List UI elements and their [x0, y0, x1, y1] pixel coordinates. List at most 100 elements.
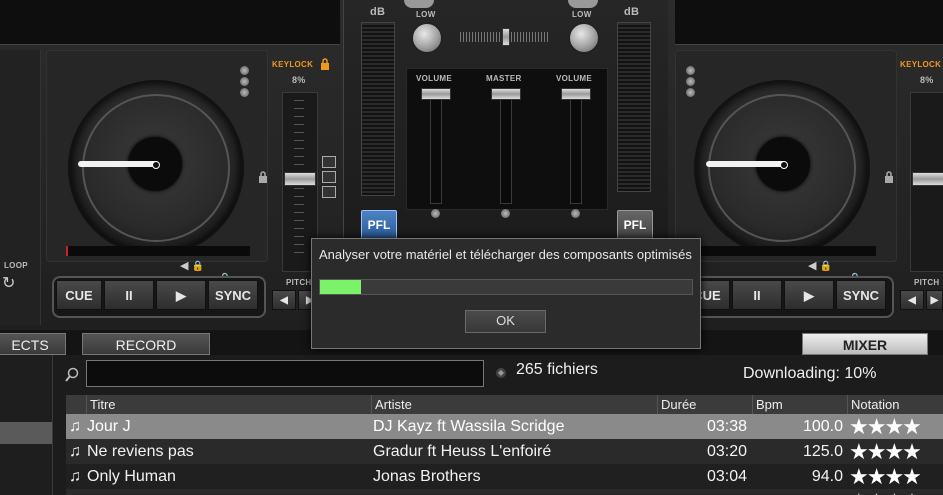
- left-keylock-lock-icon[interactable]: [320, 57, 330, 70]
- column-header-rating[interactable]: Notation: [847, 395, 943, 414]
- right-needle-dot: [780, 161, 788, 169]
- volume-left-label: VOLUME: [416, 74, 453, 83]
- track-rating[interactable]: ★★★★: [849, 464, 920, 489]
- table-row[interactable]: ♫ ★★★★: [66, 489, 943, 495]
- right-pitch-up-button[interactable]: ▶: [926, 290, 943, 310]
- right-platter-needle: [706, 161, 786, 167]
- left-sync-button[interactable]: SYNC: [208, 280, 258, 310]
- dialog-message: Analyser votre matériel et télécharger d…: [319, 247, 692, 262]
- left-pitch-fader[interactable]: [284, 172, 316, 186]
- master-volume-track: [500, 92, 512, 204]
- volume-right-label: VOLUME: [556, 74, 593, 83]
- left-play-button[interactable]: ▶: [156, 280, 206, 310]
- track-duration: 03:38: [706, 418, 747, 435]
- mixer-low-right-label: LOW: [572, 10, 592, 19]
- left-cue-button[interactable]: CUE: [56, 280, 102, 310]
- left-loop-icon[interactable]: ↻: [2, 276, 18, 292]
- right-pfl-button[interactable]: PFL: [617, 210, 653, 240]
- left-deck-waveform-bar: [0, 0, 340, 45]
- column-header-duration[interactable]: Durée: [657, 395, 753, 414]
- ok-button[interactable]: OK: [465, 310, 546, 333]
- track-title: Jour J: [87, 418, 131, 435]
- right-play-button[interactable]: ▶: [784, 280, 834, 310]
- column-header-title[interactable]: Titre: [86, 395, 374, 414]
- right-pitch-fader[interactable]: [912, 172, 943, 186]
- right-keylock-label: KEYLOCK: [900, 60, 942, 69]
- left-pitch-down-button[interactable]: ◀: [272, 290, 296, 310]
- right-deck-waveform-bar: [675, 0, 943, 45]
- search-input[interactable]: [86, 360, 484, 387]
- left-nudge-icons[interactable]: ◀ 🔒🔒: [180, 259, 250, 285]
- right-volume-fader[interactable]: [561, 88, 591, 100]
- left-settings-icon[interactable]: [240, 66, 250, 97]
- right-vu-meter: [617, 22, 651, 192]
- right-sync-button[interactable]: SYNC: [836, 280, 886, 310]
- column-header-artist[interactable]: Artiste: [371, 395, 659, 414]
- folder-sidebar-selected[interactable]: [0, 422, 52, 444]
- right-pitch-value: 8%: [920, 75, 934, 85]
- right-nudge-icons[interactable]: ◀ 🔒🔒: [808, 259, 882, 285]
- left-pitch-label: PITCH: [286, 278, 312, 287]
- master-volume-fader[interactable]: [491, 88, 521, 100]
- search-icon: [64, 367, 80, 383]
- right-pause-button[interactable]: II: [732, 280, 782, 310]
- table-row[interactable]: ♫ Ne reviens pas Gradur ft Heuss L'enfoi…: [66, 439, 943, 464]
- mixer-db-right-label: dB: [624, 6, 640, 18]
- track-bpm: 125.0: [802, 443, 843, 460]
- tab-effects[interactable]: ECTS: [0, 333, 66, 355]
- track-artist: DJ Kayz ft Wassila Scridge: [373, 418, 565, 435]
- master-volume-led: [501, 209, 510, 218]
- left-pitch-lock-icon[interactable]: [258, 170, 268, 183]
- track-rating[interactable]: ★★★★: [849, 439, 920, 464]
- download-status: Downloading: 10%: [743, 365, 877, 382]
- left-volume-led: [431, 209, 440, 218]
- music-note-icon: ♫: [69, 489, 81, 495]
- mixer-low-left-label: LOW: [416, 10, 436, 19]
- left-gain-knob-top[interactable]: [404, 0, 434, 8]
- right-settings-icon[interactable]: [686, 66, 696, 97]
- track-duration: 03:04: [706, 468, 747, 485]
- right-pitch-label: PITCH: [914, 278, 940, 287]
- right-waveform-strip: [700, 246, 876, 256]
- crossfader-cap[interactable]: [502, 28, 510, 46]
- track-duration: 03:20: [706, 443, 747, 460]
- track-title: Only Human: [87, 468, 176, 485]
- music-note-icon: ♫: [69, 443, 81, 460]
- track-artist: Jonas Brothers: [373, 468, 481, 485]
- track-rating[interactable]: ★★★★: [849, 414, 920, 439]
- left-pitch-value: 8%: [292, 75, 306, 85]
- left-low-eq-knob[interactable]: [411, 22, 443, 54]
- right-volume-led: [571, 209, 580, 218]
- left-volume-fader[interactable]: [421, 88, 451, 100]
- tab-record[interactable]: RECORD: [82, 333, 210, 355]
- track-artist: Gradur ft Heuss L'enfoiré: [373, 443, 552, 460]
- left-platter-needle: [78, 161, 158, 167]
- table-row[interactable]: ♫ Jour J DJ Kayz ft Wassila Scridge 03:3…: [66, 414, 943, 439]
- file-count: 265 fichiers: [516, 361, 598, 378]
- left-needle-dot: [152, 161, 160, 169]
- search-options-icon[interactable]: ◆: [496, 368, 506, 378]
- right-gain-knob-top[interactable]: [568, 0, 598, 8]
- left-view-toggle-icons[interactable]: [322, 156, 336, 200]
- right-volume-track: [570, 92, 582, 204]
- track-bpm: 100.0: [802, 418, 843, 435]
- music-note-icon: ♫: [69, 468, 81, 485]
- left-vu-meter: [361, 22, 395, 196]
- left-keylock-label: KEYLOCK: [272, 60, 314, 69]
- mixer-db-left-label: dB: [370, 6, 386, 18]
- left-pfl-button[interactable]: PFL: [361, 210, 397, 240]
- music-note-icon: ♫: [69, 418, 81, 435]
- track-rating[interactable]: ★★★★: [849, 489, 920, 495]
- right-pitch-down-button[interactable]: ◀: [900, 290, 924, 310]
- left-waveform-strip: [66, 246, 250, 256]
- left-pause-button[interactable]: II: [104, 280, 154, 310]
- track-bpm: 94.0: [811, 468, 843, 485]
- track-title: Ne reviens pas: [87, 443, 194, 460]
- tab-mixer[interactable]: MIXER: [802, 333, 928, 355]
- master-label: MASTER: [486, 74, 522, 83]
- column-header-bpm[interactable]: Bpm: [752, 395, 848, 414]
- table-row[interactable]: ♫ Only Human Jonas Brothers 03:04 94.0 ★…: [66, 464, 943, 489]
- right-low-eq-knob[interactable]: [568, 22, 600, 54]
- right-pitch-lock-icon[interactable]: [884, 170, 894, 183]
- dialog-progress-fill: [320, 280, 361, 294]
